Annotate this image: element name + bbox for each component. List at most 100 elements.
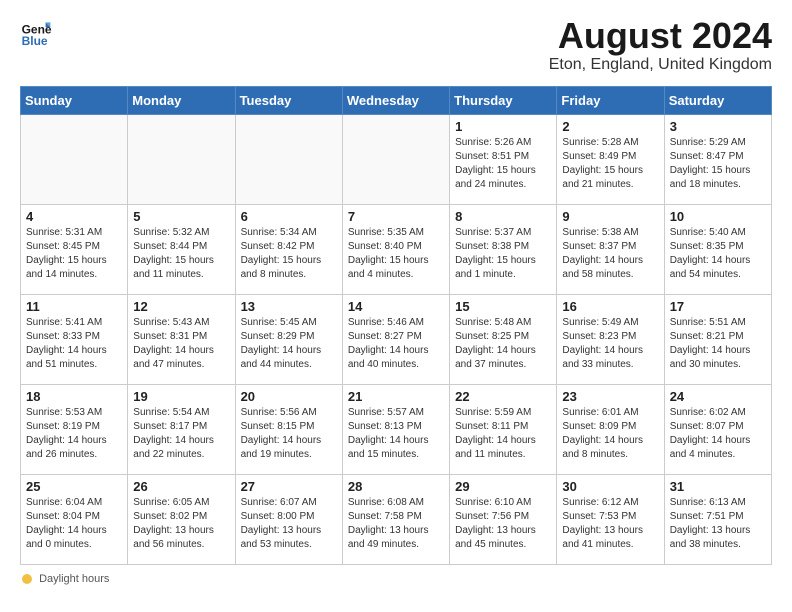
day-number: 5 [133, 209, 229, 224]
day-number: 19 [133, 389, 229, 404]
daylight-legend: Daylight hours [22, 573, 125, 585]
day-info: Sunrise: 5:38 AM Sunset: 8:37 PM Dayligh… [562, 226, 658, 282]
title-block: August 2024 Eton, England, United Kingdo… [549, 16, 772, 74]
day-info: Sunrise: 5:45 AM Sunset: 8:29 PM Dayligh… [241, 316, 337, 372]
day-info: Sunrise: 5:57 AM Sunset: 8:13 PM Dayligh… [348, 406, 444, 462]
day-number: 15 [455, 299, 551, 314]
calendar-cell: 1Sunrise: 5:26 AM Sunset: 8:51 PM Daylig… [450, 114, 557, 204]
svg-text:Blue: Blue [22, 34, 48, 48]
calendar-cell: 10Sunrise: 5:40 AM Sunset: 8:35 PM Dayli… [664, 204, 771, 294]
calendar-col-friday: Friday [557, 86, 664, 114]
day-info: Sunrise: 5:32 AM Sunset: 8:44 PM Dayligh… [133, 226, 229, 282]
footer: Daylight hours [20, 573, 772, 585]
day-info: Sunrise: 6:05 AM Sunset: 8:02 PM Dayligh… [133, 496, 229, 552]
calendar-cell: 5 Sunrise: 5:32 AM Sunset: 8:44 PM Daylig… [128, 204, 235, 294]
day-info: Sunrise: 5:28 AM Sunset: 8:49 PM Dayligh… [562, 136, 658, 192]
calendar-cell: 21 Sunrise: 5:57 AM Sunset: 8:13 PM Dayli… [342, 384, 449, 474]
calendar-cell: 25 Sunrise: 6:04 AM Sunset: 8:04 PM Dayli… [21, 474, 128, 564]
day-number: 30 [562, 479, 658, 494]
day-number: 11 [26, 299, 122, 314]
day-number: 28 [348, 479, 444, 494]
day-info: Sunrise: 5:53 AM Sunset: 8:19 PM Dayligh… [26, 406, 122, 462]
location: Eton, England, United Kingdom [549, 56, 772, 74]
calendar-cell: 16 Sunrise: 5:49 AM Sunset: 8:23 PM Dayli… [557, 294, 664, 384]
calendar-cell: 18 Sunrise: 5:53 AM Sunset: 8:19 PM Dayli… [21, 384, 128, 474]
day-info: Sunrise: 6:02 AM Sunset: 8:07 PM Dayligh… [670, 406, 766, 462]
day-info: Sunrise: 5:31 AM Sunset: 8:45 PM Dayligh… [26, 226, 122, 282]
calendar-header-row: SundayMondayTuesdayWednesdayThursdayFrid… [21, 86, 772, 114]
day-info: Sunrise: 6:01 AM Sunset: 8:09 PM Dayligh… [562, 406, 658, 462]
calendar-cell: 7Sunrise: 5:35 AM Sunset: 8:40 PM Daylig… [342, 204, 449, 294]
calendar-cell: 19 Sunrise: 5:54 AM Sunset: 8:17 PM Dayli… [128, 384, 235, 474]
calendar-cell: 29 Sunrise: 6:10 AM Sunset: 7:56 PM Dayli… [450, 474, 557, 564]
calendar-cell: 9 Sunrise: 5:38 AM Sunset: 8:37 PM Daylig… [557, 204, 664, 294]
day-number: 1 [455, 119, 551, 134]
day-info: Sunrise: 5:46 AM Sunset: 8:27 PM Dayligh… [348, 316, 444, 372]
day-info: Sunrise: 5:56 AM Sunset: 8:15 PM Dayligh… [241, 406, 337, 462]
calendar-cell: 3 Sunrise: 5:29 AM Sunset: 8:47 PM Daylig… [664, 114, 771, 204]
calendar-cell: 13 Sunrise: 5:45 AM Sunset: 8:29 PM Dayli… [235, 294, 342, 384]
calendar-cell [128, 114, 235, 204]
page: General Blue August 2024 Eton, England, … [0, 0, 792, 597]
calendar-week-2: 4 Sunrise: 5:31 AM Sunset: 8:45 PM Daylig… [21, 204, 772, 294]
calendar-col-tuesday: Tuesday [235, 86, 342, 114]
day-number: 4 [26, 209, 122, 224]
calendar-cell: 24 Sunrise: 6:02 AM Sunset: 8:07 PM Dayli… [664, 384, 771, 474]
day-info: Sunrise: 5:43 AM Sunset: 8:31 PM Dayligh… [133, 316, 229, 372]
day-number: 23 [562, 389, 658, 404]
calendar-cell [235, 114, 342, 204]
calendar-cell: 15 Sunrise: 5:48 AM Sunset: 8:25 PM Dayli… [450, 294, 557, 384]
day-number: 25 [26, 479, 122, 494]
calendar-col-thursday: Thursday [450, 86, 557, 114]
calendar-cell: 22Sunrise: 5:59 AM Sunset: 8:11 PM Dayli… [450, 384, 557, 474]
calendar-cell: 14 Sunrise: 5:46 AM Sunset: 8:27 PM Dayli… [342, 294, 449, 384]
calendar-cell: 4 Sunrise: 5:31 AM Sunset: 8:45 PM Daylig… [21, 204, 128, 294]
day-info: Sunrise: 5:41 AM Sunset: 8:33 PM Dayligh… [26, 316, 122, 372]
calendar-cell: 27 Sunrise: 6:07 AM Sunset: 8:00 PM Dayli… [235, 474, 342, 564]
calendar-cell [342, 114, 449, 204]
day-number: 3 [670, 119, 766, 134]
day-number: 8 [455, 209, 551, 224]
day-info: Sunrise: 5:37 AM Sunset: 8:38 PM Dayligh… [455, 226, 551, 282]
day-number: 7 [348, 209, 444, 224]
day-number: 22 [455, 389, 551, 404]
calendar-cell: 20Sunrise: 5:56 AM Sunset: 8:15 PM Dayli… [235, 384, 342, 474]
day-number: 14 [348, 299, 444, 314]
calendar-col-monday: Monday [128, 86, 235, 114]
calendar-week-4: 18 Sunrise: 5:53 AM Sunset: 8:19 PM Dayli… [21, 384, 772, 474]
day-info: Sunrise: 5:48 AM Sunset: 8:25 PM Dayligh… [455, 316, 551, 372]
calendar-week-1: 1Sunrise: 5:26 AM Sunset: 8:51 PM Daylig… [21, 114, 772, 204]
day-number: 16 [562, 299, 658, 314]
day-number: 9 [562, 209, 658, 224]
day-number: 27 [241, 479, 337, 494]
calendar-cell: 26Sunrise: 6:05 AM Sunset: 8:02 PM Dayli… [128, 474, 235, 564]
day-number: 2 [562, 119, 658, 134]
logo-icon: General Blue [20, 16, 52, 48]
calendar-week-5: 25 Sunrise: 6:04 AM Sunset: 8:04 PM Dayli… [21, 474, 772, 564]
calendar-cell: 17Sunrise: 5:51 AM Sunset: 8:21 PM Dayli… [664, 294, 771, 384]
day-info: Sunrise: 6:07 AM Sunset: 8:00 PM Dayligh… [241, 496, 337, 552]
day-info: Sunrise: 5:54 AM Sunset: 8:17 PM Dayligh… [133, 406, 229, 462]
logo: General Blue [20, 16, 52, 48]
calendar-cell: 2 Sunrise: 5:28 AM Sunset: 8:49 PM Daylig… [557, 114, 664, 204]
calendar-cell: 23 Sunrise: 6:01 AM Sunset: 8:09 PM Dayli… [557, 384, 664, 474]
calendar-col-saturday: Saturday [664, 86, 771, 114]
day-number: 13 [241, 299, 337, 314]
calendar-cell: 11 Sunrise: 5:41 AM Sunset: 8:33 PM Dayli… [21, 294, 128, 384]
day-info: Sunrise: 5:51 AM Sunset: 8:21 PM Dayligh… [670, 316, 766, 372]
calendar-cell: 12Sunrise: 5:43 AM Sunset: 8:31 PM Dayli… [128, 294, 235, 384]
day-info: Sunrise: 6:04 AM Sunset: 8:04 PM Dayligh… [26, 496, 122, 552]
calendar-cell: 8 Sunrise: 5:37 AM Sunset: 8:38 PM Daylig… [450, 204, 557, 294]
day-info: Sunrise: 5:49 AM Sunset: 8:23 PM Dayligh… [562, 316, 658, 372]
day-number: 21 [348, 389, 444, 404]
day-info: Sunrise: 5:29 AM Sunset: 8:47 PM Dayligh… [670, 136, 766, 192]
day-info: Sunrise: 5:40 AM Sunset: 8:35 PM Dayligh… [670, 226, 766, 282]
day-info: Sunrise: 6:10 AM Sunset: 7:56 PM Dayligh… [455, 496, 551, 552]
day-info: Sunrise: 5:34 AM Sunset: 8:42 PM Dayligh… [241, 226, 337, 282]
day-number: 24 [670, 389, 766, 404]
daylight-label: Daylight hours [39, 573, 109, 585]
header: General Blue August 2024 Eton, England, … [20, 16, 772, 74]
day-number: 29 [455, 479, 551, 494]
calendar-col-wednesday: Wednesday [342, 86, 449, 114]
day-number: 18 [26, 389, 122, 404]
